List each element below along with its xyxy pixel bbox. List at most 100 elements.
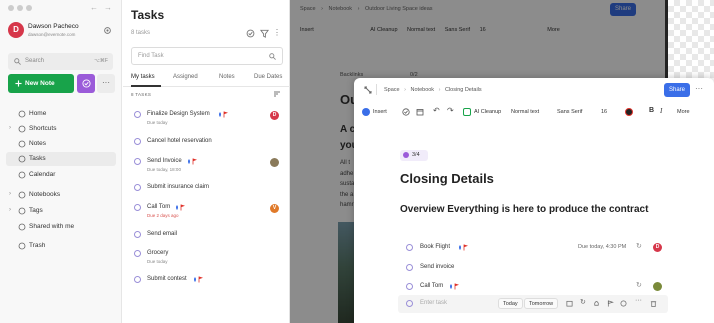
sidebar-item-home[interactable]: Home: [6, 107, 116, 121]
text-style-select[interactable]: Normal text: [511, 109, 539, 115]
sidebar-item-tags[interactable]: › Tags: [6, 204, 116, 218]
task-row[interactable]: Grocery Due today: [123, 246, 290, 266]
task-row[interactable]: Submit insurance claim: [123, 180, 290, 200]
chevron-right-icon[interactable]: ›: [9, 191, 11, 197]
mention-icon[interactable]: [620, 300, 627, 307]
trash-icon[interactable]: [650, 300, 657, 307]
task-row[interactable]: Finalize Design System Due today D: [123, 107, 290, 127]
search-input[interactable]: Search ⌥⌘F: [8, 53, 113, 70]
user-name[interactable]: Dawson Pacheco: [28, 23, 79, 30]
font-select[interactable]: Sans Serif: [557, 109, 582, 115]
breadcrumb-item[interactable]: Notebook: [411, 87, 435, 93]
more-options-icon[interactable]: ⋮: [273, 29, 281, 37]
task-title[interactable]: Cancel hotel reservation: [147, 138, 212, 144]
more-options-icon[interactable]: ···: [695, 85, 703, 93]
note-task-row[interactable]: Send invoice: [398, 259, 668, 276]
note-subtitle[interactable]: Overview Everything is here to produce t…: [400, 202, 670, 217]
sidebar-item-shortcuts[interactable]: › Shortcuts: [6, 122, 116, 136]
task-checkbox[interactable]: [134, 111, 141, 118]
task-title[interactable]: Submit insurance claim: [147, 184, 209, 190]
tab-my-tasks[interactable]: My tasks: [131, 74, 155, 80]
sidebar-item-trash[interactable]: Trash: [6, 239, 116, 253]
chevron-right-icon[interactable]: ›: [9, 125, 11, 131]
task-title[interactable]: Submit contest: [147, 276, 187, 282]
back-arrow-icon[interactable]: ←: [90, 3, 98, 12]
task-title[interactable]: Finalize Design System: [147, 111, 210, 117]
new-task-button[interactable]: [77, 74, 95, 93]
italic-icon[interactable]: I: [660, 107, 662, 115]
ai-cleanup-button[interactable]: AI Cleanup: [474, 109, 501, 115]
calendar-icon[interactable]: [566, 300, 573, 307]
task-checkbox[interactable]: [406, 283, 413, 290]
more-button[interactable]: More: [677, 109, 690, 115]
calendar-icon[interactable]: [416, 108, 424, 116]
find-task-input[interactable]: Find Task: [131, 47, 283, 65]
assignee-avatar[interactable]: D: [653, 243, 662, 252]
assignee-avatar[interactable]: [653, 282, 662, 291]
task-row[interactable]: Send email: [123, 227, 290, 247]
task-title[interactable]: Call Tom: [420, 283, 443, 289]
tab-notes[interactable]: Notes: [219, 74, 235, 80]
sidebar-item-notes[interactable]: Notes: [6, 137, 116, 151]
task-checkbox[interactable]: [134, 231, 141, 238]
insert-button[interactable]: Insert: [373, 109, 387, 115]
task-title[interactable]: Send Invoice: [147, 158, 182, 164]
sidebar-item-shared-with-me[interactable]: Shared with me: [6, 220, 116, 234]
task-row[interactable]: Send Invoice Due today, 18:00: [123, 154, 290, 174]
chevron-right-icon[interactable]: ›: [9, 207, 11, 213]
task-row[interactable]: Submit contest: [123, 272, 290, 292]
assignee-avatar[interactable]: [270, 158, 279, 167]
task-row[interactable]: Call Tom Due 2 days ago V: [123, 200, 290, 220]
today-button[interactable]: Today: [498, 298, 523, 309]
font-size-select[interactable]: 16: [601, 109, 607, 115]
assignee-avatar[interactable]: V: [270, 204, 279, 213]
task-title[interactable]: Call Tom: [147, 204, 170, 210]
sidebar-item-notebooks[interactable]: › Notebooks: [6, 188, 116, 202]
task-checkbox[interactable]: [134, 138, 141, 145]
repeat-icon[interactable]: ↻: [580, 298, 586, 306]
bell-icon[interactable]: [593, 300, 600, 307]
share-button[interactable]: Share: [664, 83, 690, 97]
task-checkbox[interactable]: [134, 204, 141, 211]
sort-icon[interactable]: [273, 90, 281, 98]
note-task-row[interactable]: Book Flight Due today, 4:30 PM ↻ D: [398, 239, 668, 256]
more-button[interactable]: ···: [97, 74, 115, 93]
avatar[interactable]: D: [8, 22, 24, 38]
more-options-icon[interactable]: ···: [635, 297, 642, 304]
tab-assigned[interactable]: Assigned: [173, 74, 198, 80]
filter-icon[interactable]: [260, 29, 269, 38]
note-title[interactable]: Closing Details: [400, 171, 494, 186]
task-row[interactable]: Cancel hotel reservation: [123, 134, 290, 154]
note-task-row[interactable]: Call Tom ↻: [398, 278, 668, 295]
tab-due-dates[interactable]: Due Dates: [254, 74, 282, 80]
sidebar-item-calendar[interactable]: Calendar: [6, 168, 116, 182]
sidebar-item-tasks[interactable]: Tasks: [6, 152, 116, 166]
task-checkbox[interactable]: [134, 276, 141, 283]
new-note-button[interactable]: New Note: [8, 74, 74, 93]
task-title[interactable]: Send email: [147, 231, 177, 237]
gear-icon[interactable]: [103, 26, 112, 35]
task-checkbox[interactable]: [134, 184, 141, 191]
redo-icon[interactable]: ↷: [447, 106, 454, 115]
task-checkbox[interactable]: [406, 244, 413, 251]
task-title[interactable]: Send invoice: [420, 264, 454, 270]
assignee-avatar[interactable]: D: [270, 111, 279, 120]
expand-icon[interactable]: [364, 86, 372, 94]
text-color-icon[interactable]: [625, 108, 633, 116]
task-checkbox[interactable]: [134, 158, 141, 165]
task-title[interactable]: Book Flight: [420, 244, 450, 250]
undo-icon[interactable]: ↶: [433, 106, 440, 115]
tomorrow-button[interactable]: Tomorrow: [524, 298, 559, 309]
task-checkbox[interactable]: [406, 264, 413, 271]
task-checkbox[interactable]: [134, 250, 141, 257]
check-all-icon[interactable]: [246, 29, 255, 38]
breadcrumb-item[interactable]: Space: [384, 87, 400, 93]
new-task-input[interactable]: Enter task: [420, 300, 447, 306]
bold-icon[interactable]: B: [649, 107, 654, 114]
plus-circle-icon[interactable]: [362, 108, 370, 116]
forward-arrow-icon[interactable]: →: [104, 3, 112, 12]
check-circle-icon[interactable]: [402, 108, 410, 116]
breadcrumb-item[interactable]: Closing Details: [445, 87, 482, 93]
flag-icon[interactable]: [607, 300, 614, 307]
task-title[interactable]: Grocery: [147, 250, 168, 256]
